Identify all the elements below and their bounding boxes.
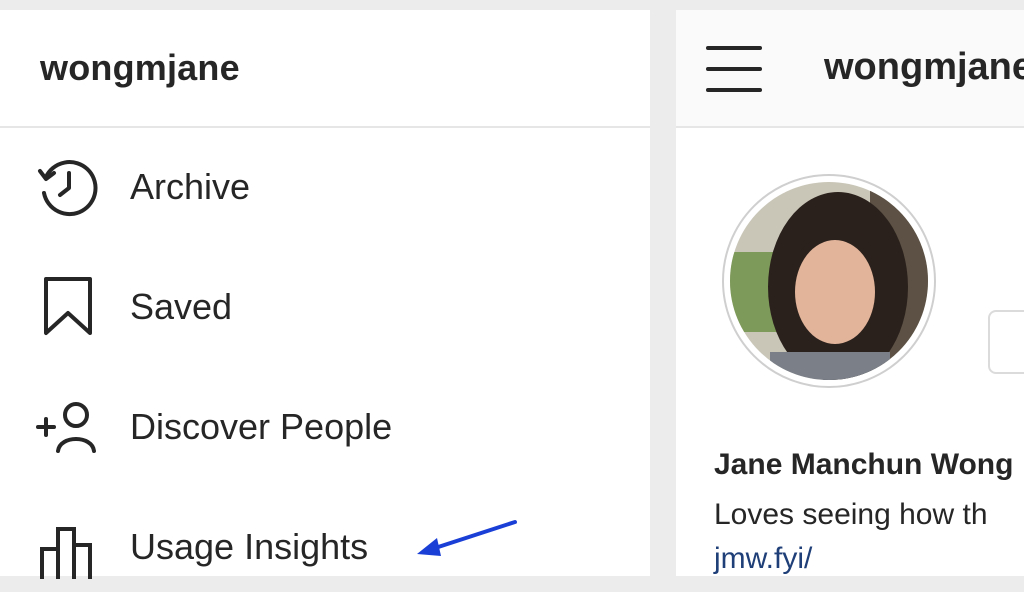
- bookmark-icon: [36, 275, 100, 339]
- menu-item-label: Usage Insights: [130, 526, 369, 567]
- side-menu-panel: wongmjane Archive Saved Discover People …: [0, 10, 650, 579]
- bar-chart-icon: [36, 515, 100, 579]
- profile-panel: wongmjane Jane Manchun Wong Loves seeing…: [676, 10, 1024, 576]
- blue-arrow-pointer-icon: [417, 520, 517, 556]
- archive-history-icon: [36, 155, 100, 219]
- profile-bio: Loves seeing how th: [714, 498, 988, 531]
- menu-item-discover-people[interactable]: Discover People: [0, 382, 650, 472]
- menu-item-saved[interactable]: Saved: [0, 262, 650, 352]
- menu-item-label: Discover People: [130, 406, 393, 447]
- hamburger-menu-icon[interactable]: [706, 44, 762, 99]
- menu-item-usage-insights[interactable]: Usage Insights: [0, 502, 650, 592]
- menu-header: wongmjane: [0, 10, 650, 128]
- profile-full-name: Jane Manchun Wong: [714, 448, 1014, 481]
- profile-photo: [730, 182, 928, 380]
- menu-item-label: Saved: [130, 286, 233, 327]
- edit-profile-button[interactable]: [988, 310, 1024, 374]
- menu-username: wongmjane: [40, 47, 240, 88]
- profile-header: wongmjane: [676, 10, 1024, 128]
- menu-item-archive[interactable]: Archive: [0, 142, 650, 232]
- profile-header-username: wongmjane: [824, 46, 1024, 88]
- avatar[interactable]: [722, 174, 936, 388]
- menu-item-label: Archive: [130, 166, 251, 207]
- profile-link[interactable]: jmw.fyi/: [714, 542, 812, 576]
- add-person-icon: [36, 395, 100, 459]
